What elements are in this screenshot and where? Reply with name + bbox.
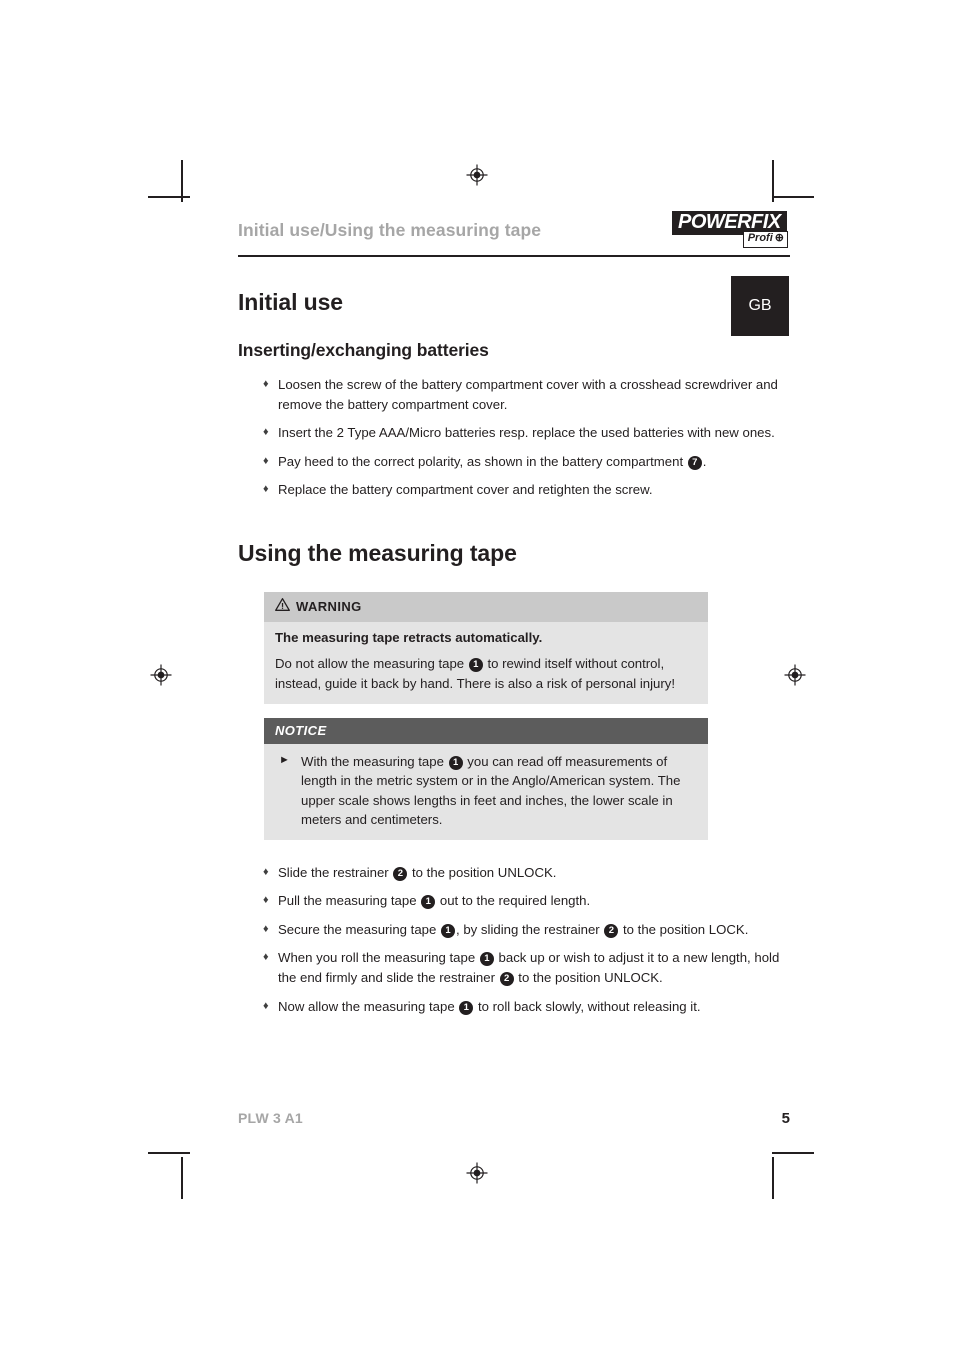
logo-trademark-icon: ˙ xyxy=(784,211,787,221)
list-item-text: Loosen the screw of the battery compartm… xyxy=(278,377,778,412)
diamond-bullet-icon: ♦ xyxy=(263,454,269,467)
list-item: ♦ Now allow the measuring tape 1 to roll … xyxy=(238,997,790,1017)
page-footer: PLW 3 A1 5 xyxy=(238,1110,790,1127)
callout-marker-1: 1 xyxy=(479,952,494,967)
list-item-text: Pay heed to the correct polarity, as sho… xyxy=(278,453,707,470)
crop-mark-bottom-left-horizontal xyxy=(148,1152,190,1154)
list-item-text: Replace the battery compartment cover an… xyxy=(278,482,653,498)
notice-box-header: NOTICE xyxy=(264,717,708,744)
list-item: ♦ Pay heed to the correct polarity, as sh… xyxy=(238,452,790,472)
header-divider xyxy=(238,255,790,257)
warning-box-header: WARNING xyxy=(264,591,708,622)
section-heading-initial-use: Initial use xyxy=(238,289,343,315)
callout-marker-2: 2 xyxy=(499,971,514,986)
callout-marker-2: 2 xyxy=(393,866,408,881)
list-item-text: When you roll the measuring tape 1 back … xyxy=(278,950,780,986)
list-item: ♦ Secure the measuring tape 1, by sliding… xyxy=(238,920,790,940)
registration-mark-left xyxy=(150,664,172,686)
warning-box: WARNING The measuring tape retracts auto… xyxy=(264,591,708,704)
list-item: ♦ Replace the battery compartment cover a… xyxy=(238,480,790,500)
crop-mark-bottom-right-horizontal xyxy=(772,1152,814,1154)
list-item-text: Insert the 2 Type AAA/Micro batteries re… xyxy=(278,425,775,441)
page-content: Initial use/Using the measuring tape POW… xyxy=(238,211,790,1016)
callout-marker-1: 1 xyxy=(448,755,463,770)
callout-marker-1: 1 xyxy=(421,895,436,910)
callout-marker-7: 7 xyxy=(687,455,702,470)
arrow-right-icon: ► xyxy=(279,753,290,766)
list-item: ♦ Slide the restrainer 2 to the position … xyxy=(238,863,790,883)
registration-mark-top xyxy=(466,164,488,186)
list-item: ♦ Insert the 2 Type AAA/Micro batteries r… xyxy=(238,423,790,443)
diamond-bullet-icon: ♦ xyxy=(263,426,269,439)
subsection-heading-batteries: Inserting/exchanging batteries xyxy=(238,340,489,360)
crop-mark-top-left-horizontal xyxy=(148,196,190,198)
registration-mark-bottom xyxy=(466,1162,488,1184)
crop-mark-bottom-right-vertical xyxy=(772,1157,774,1199)
tape-instruction-list: ♦ Slide the restrainer 2 to the position … xyxy=(238,863,790,1016)
notice-label: NOTICE xyxy=(275,722,327,738)
warning-body-text: Do not allow the measuring tape 1 to rew… xyxy=(275,656,675,691)
callout-marker-1: 1 xyxy=(459,1000,474,1015)
running-header-title: Initial use/Using the measuring tape xyxy=(238,220,542,240)
notice-row: ► With the measuring tape 1 you can read… xyxy=(275,752,696,830)
warning-triangle-icon xyxy=(275,597,290,616)
list-item: ♦ Pull the measuring tape 1 out to the re… xyxy=(238,891,790,911)
notice-body-text: With the measuring tape 1 you can read o… xyxy=(301,753,681,828)
battery-instruction-list: ♦ Loosen the screw of the battery compart… xyxy=(238,375,790,500)
powerfix-logo: POWERFIX ˙ Profi ⊕ xyxy=(672,211,788,255)
list-item-text: Now allow the measuring tape 1 to roll b… xyxy=(278,998,701,1015)
diamond-bullet-icon: ♦ xyxy=(263,378,269,390)
diamond-bullet-icon: ♦ xyxy=(263,865,269,878)
callout-marker-1: 1 xyxy=(468,658,483,673)
crosshair-icon: ⊕ xyxy=(774,232,784,244)
page-number: 5 xyxy=(781,1110,790,1127)
notice-box-body: ► With the measuring tape 1 you can read… xyxy=(264,743,708,840)
list-item-text: Pull the measuring tape 1 out to the req… xyxy=(278,893,591,910)
list-item-text: Secure the measuring tape 1, by sliding … xyxy=(278,921,749,938)
diamond-bullet-icon: ♦ xyxy=(263,999,269,1012)
callout-marker-1: 1 xyxy=(441,923,456,938)
section-heading-using-tape: Using the measuring tape xyxy=(238,539,517,566)
warning-strong-line: The measuring tape retracts automaticall… xyxy=(275,629,543,645)
crop-mark-top-right-horizontal xyxy=(772,196,814,198)
logo-profi-badge: Profi ⊕ xyxy=(742,231,788,248)
crop-mark-bottom-left-vertical xyxy=(181,1157,183,1199)
notice-box: NOTICE ► With the measuring tape 1 you c… xyxy=(264,717,708,840)
list-item: ♦ Loosen the screw of the battery compart… xyxy=(238,375,790,414)
warning-label: WARNING xyxy=(296,599,362,615)
diamond-bullet-icon: ♦ xyxy=(263,894,269,907)
running-header: Initial use/Using the measuring tape POW… xyxy=(238,211,790,257)
list-item: ♦ When you roll the measuring tape 1 back… xyxy=(238,948,790,987)
list-item-text: Slide the restrainer 2 to the position U… xyxy=(278,864,557,881)
callout-marker-2: 2 xyxy=(604,923,619,938)
diamond-bullet-icon: ♦ xyxy=(263,951,269,964)
model-number: PLW 3 A1 xyxy=(238,1110,303,1126)
diamond-bullet-icon: ♦ xyxy=(263,483,269,496)
warning-box-body: The measuring tape retracts automaticall… xyxy=(264,621,708,704)
diamond-bullet-icon: ♦ xyxy=(263,922,269,935)
logo-profi-label: Profi xyxy=(747,232,773,244)
